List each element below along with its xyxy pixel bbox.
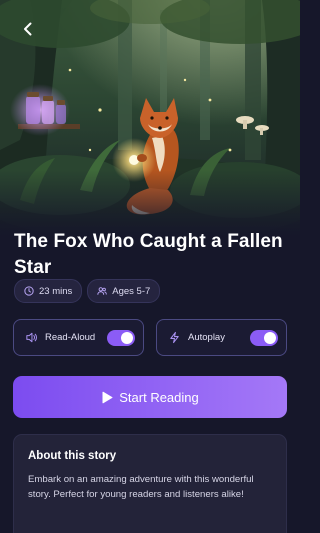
toggle-knob [121,331,133,344]
duration-text: 23 mins [39,285,73,297]
start-reading-label: Start Reading [119,389,199,405]
story-cover-illustration [0,0,300,236]
start-reading-button[interactable]: Start Reading [13,376,287,418]
users-icon [97,287,108,295]
ages-chip: Ages 5-7 [87,279,161,303]
clock-icon [24,286,34,296]
duration-chip: 23 mins [14,279,83,303]
story-detail-screen: The Fox Who Caught a Fallen Star 23 mins… [0,0,300,533]
speaker-icon [26,332,37,343]
ages-text: Ages 5-7 [112,285,151,297]
about-story-card: About this story Embark on an amazing ad… [13,434,287,533]
autoplay-toggle[interactable] [250,329,278,346]
story-meta: 23 mins Ages 5-7 [14,279,161,303]
read-aloud-toggle[interactable] [107,329,135,346]
chevron-left-icon [24,22,32,36]
about-heading: About this story [28,450,117,462]
back-button[interactable] [14,15,42,43]
read-aloud-setting[interactable]: Read-Aloud [13,319,144,356]
toggle-knob [264,331,276,344]
about-description: Embark on an amazing adventure with this… [28,474,254,500]
playback-settings: Read-Aloud Autoplay [13,319,287,356]
lightning-icon [170,331,179,344]
play-icon [102,391,113,403]
autoplay-setting[interactable]: Autoplay [156,319,287,356]
autoplay-label: Autoplay [188,332,225,343]
read-aloud-label: Read-Aloud [45,332,96,343]
story-title: The Fox Who Caught a Fallen Star [14,231,283,278]
